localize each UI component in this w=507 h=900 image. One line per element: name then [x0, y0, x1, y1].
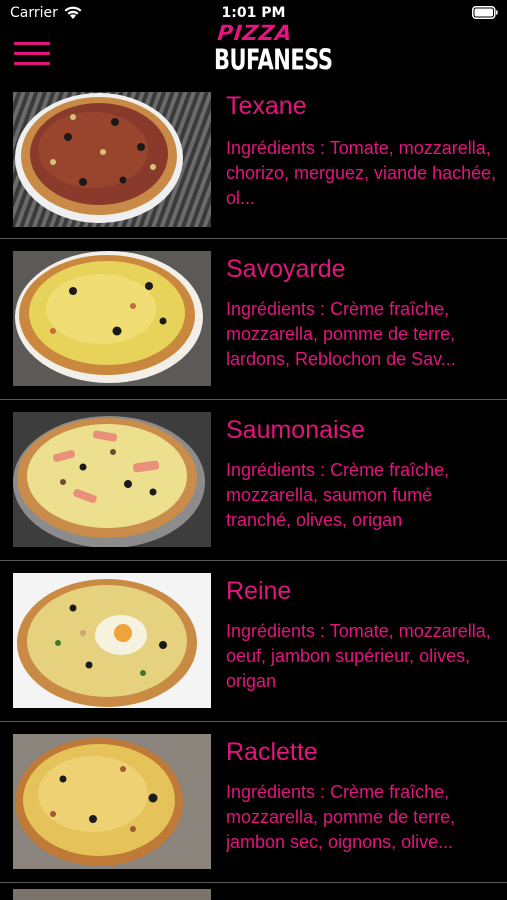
pizza-bufaness-logo: PIZZA BUFANESS	[214, 21, 333, 86]
list-item[interactable]: Texane Ingrédients : Tomate, mozzarella,…	[0, 88, 507, 239]
pizza-description: Ingrédients : Crème fraîche, mozzarella,…	[226, 299, 456, 369]
hamburger-line	[14, 62, 50, 65]
list-item[interactable]: Saumonaise Ingrédients : Crème fraîche, …	[0, 400, 507, 561]
pizza-name: Texane	[226, 92, 307, 120]
pizza-name: Saumonaise	[226, 416, 365, 444]
pizza-description: Ingrédients : Tomate, mozzarella, oeuf, …	[226, 621, 491, 691]
logo-pizza-text: PIZZA	[216, 21, 294, 45]
nav-bar: PIZZA BUFANESS	[0, 21, 507, 88]
pizza-name: Reine	[226, 577, 292, 605]
pizza-description: Ingrédients : Crème fraîche, mozzarella,…	[226, 460, 450, 530]
battery-icon	[472, 6, 498, 19]
pizza-name: Savoyarde	[226, 255, 346, 283]
logo-bufaness-text: BUFANESS	[214, 43, 333, 77]
pizza-photo-partial	[13, 889, 211, 900]
pizza-list: Texane Ingrédients : Tomate, mozzarella,…	[0, 88, 507, 900]
pizza-savoyarde-photo	[13, 251, 211, 386]
hamburger-line	[14, 52, 50, 55]
pizza-saumonaise-photo	[13, 412, 211, 547]
pizza-raclette-photo	[13, 734, 211, 869]
hamburger-line	[14, 42, 50, 45]
pizza-name: Raclette	[226, 738, 318, 766]
clock: 1:01 PM	[221, 5, 286, 21]
list-item[interactable]: Reine Ingrédients : Tomate, mozzarella, …	[0, 561, 507, 722]
list-item[interactable]	[0, 883, 507, 900]
pizza-reine-photo	[13, 573, 211, 708]
pizza-texane-photo	[13, 92, 211, 227]
pizza-description: Ingrédients : Tomate, mozzarella, choriz…	[226, 138, 497, 208]
pizza-description: Ingrédients : Crème fraîche, mozzarella,…	[226, 782, 456, 852]
list-item[interactable]: Raclette Ingrédients : Crème fraîche, mo…	[0, 722, 507, 883]
list-item[interactable]: Savoyarde Ingrédients : Crème fraîche, m…	[0, 239, 507, 400]
hamburger-menu-icon[interactable]	[14, 40, 50, 66]
